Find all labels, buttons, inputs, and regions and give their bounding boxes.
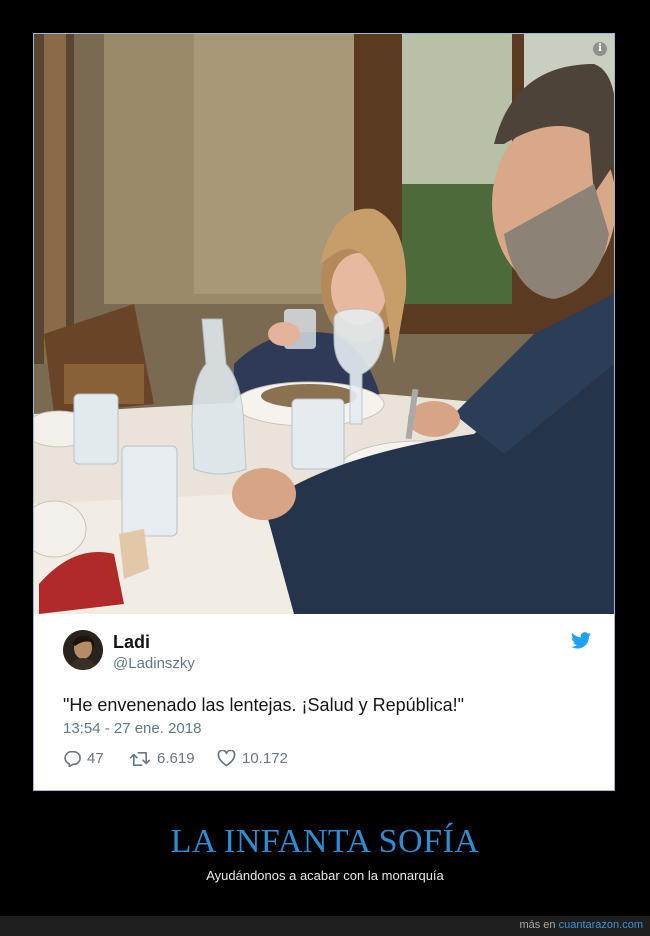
tweet-author-handle[interactable]: @Ladinszky [113,655,195,672]
post-card: i Ladi @Ladinszky "He envenenado las len… [33,33,615,791]
reply-count: 47 [87,750,104,767]
footer-bar: más en cuantarazon.com [0,916,650,936]
avatar-portrait-icon [63,630,103,670]
retweet-button[interactable]: 6.619 [129,750,195,767]
site-link[interactable]: cuantarazon.com [559,919,643,931]
twitter-bird-icon[interactable] [571,632,591,649]
like-count: 10.172 [242,750,288,767]
dinner-photo[interactable] [34,34,614,614]
footer-credit: más en cuantarazon.com [519,919,643,931]
post-title: LA INFANTA SOFÍA [170,823,480,860]
info-icon[interactable]: i [593,42,607,56]
embedded-tweet[interactable]: Ladi @Ladinszky "He envenenado las lente… [34,614,614,790]
tweet-timestamp[interactable]: 13:54 - 27 ene. 2018 [63,720,201,737]
post-subtitle: Ayudándonos a acabar con la monarquía [206,868,444,883]
tweet-author-name[interactable]: Ladi [113,632,150,653]
like-button[interactable]: 10.172 [217,750,288,767]
avatar[interactable] [63,630,103,670]
reply-icon [64,750,81,767]
retweet-icon [129,751,151,766]
reply-button[interactable]: 47 [63,750,104,767]
footer-prefix: más en [519,919,556,931]
retweet-count: 6.619 [157,750,195,767]
like-icon [217,750,236,767]
tweet-text: "He envenenado las lentejas. ¡Salud y Re… [63,695,465,715]
